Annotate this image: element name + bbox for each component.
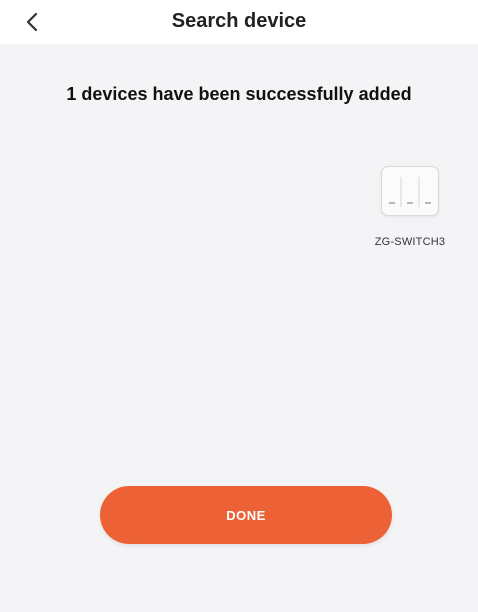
top-bar: Search device [0, 0, 478, 44]
page-title: Search device [171, 10, 307, 32]
success-message: 1 devices have been successfully added [66, 84, 412, 104]
device-name: ZG-SWITCH3 [374, 236, 446, 248]
done-button[interactable]: DONE [100, 486, 392, 544]
three-gang-switch-icon [381, 166, 439, 216]
device-item[interactable]: ZG-SWITCH3 [362, 166, 458, 248]
